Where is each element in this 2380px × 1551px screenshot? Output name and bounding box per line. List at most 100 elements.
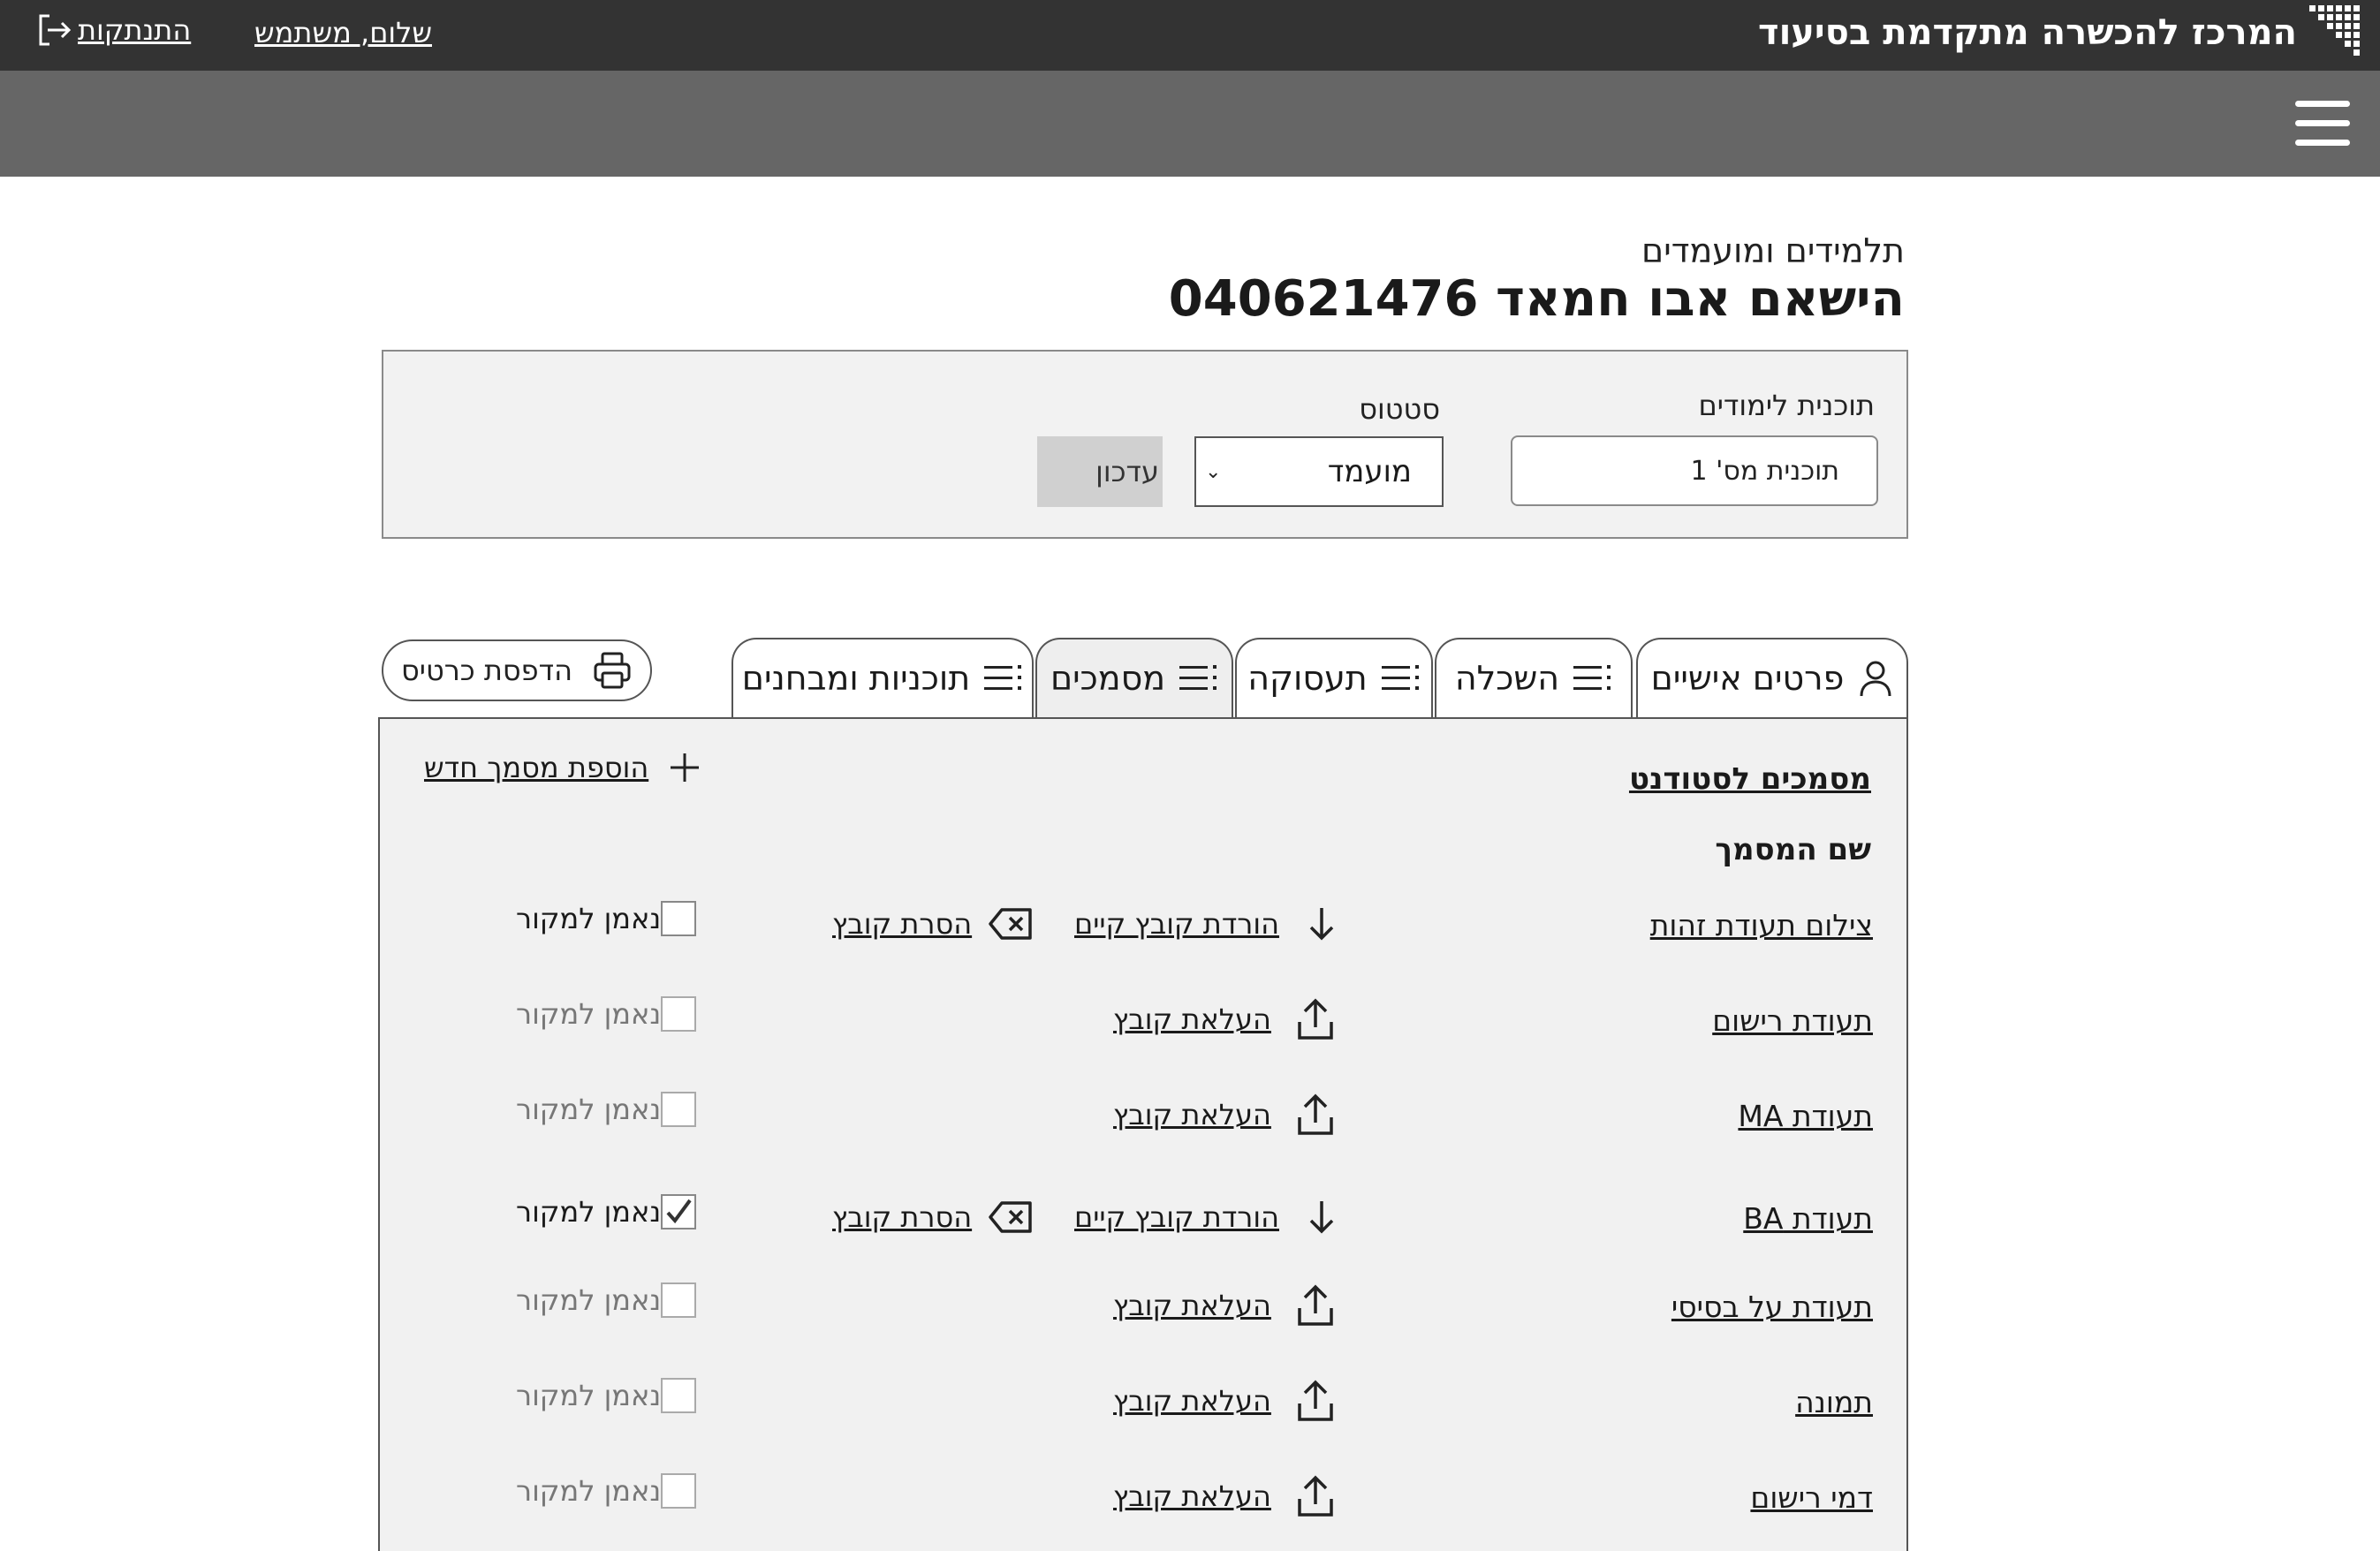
original-checkbox[interactable]: נאמן למקור xyxy=(516,1092,697,1127)
plus-icon xyxy=(671,753,700,782)
program-value: תוכנית מס' 1 xyxy=(1690,455,1839,487)
document-name-link[interactable]: צילום תעודת זהות xyxy=(1650,908,1873,942)
remove-file-label: הסרת קובץ xyxy=(832,907,973,941)
original-checkbox[interactable]: נאמן למקור xyxy=(516,901,697,936)
download-file-button[interactable]: הורדת קובץ קיים xyxy=(1074,897,1339,950)
original-label: נאמן למקור xyxy=(516,1093,662,1126)
document-row: תעודת BA הורדת קובץ קיים הסרת קובץ נאמן … xyxy=(380,1187,1906,1258)
tab-education[interactable]: השכלה xyxy=(1435,638,1633,717)
print-card-button[interactable]: הדפסת כרטיס xyxy=(382,639,652,701)
backspace-x-icon xyxy=(989,908,1032,940)
status-select[interactable]: מועמד ⌄ xyxy=(1194,436,1444,507)
upload-file-button[interactable]: העלאת קובץ xyxy=(1113,993,1335,1046)
upload-icon xyxy=(1298,1093,1333,1135)
upload-file-button[interactable]: העלאת קובץ xyxy=(1113,1374,1335,1427)
document-name-link[interactable]: תעודת על בסיסי xyxy=(1671,1290,1873,1324)
upload-file-label: העלאת קובץ xyxy=(1113,1479,1271,1513)
original-label: נאמן למקור xyxy=(516,1195,662,1229)
page-title: הישאם אבו חמאד 040621476 xyxy=(1168,270,1905,328)
user-greeting-link[interactable]: שלום, משתמש xyxy=(254,16,432,49)
download-file-button[interactable]: הורדת קובץ קיים xyxy=(1074,1191,1339,1244)
checkmark-icon xyxy=(666,1199,692,1224)
document-row: תעודת MA העלאת קובץ נאמן למקור xyxy=(380,1085,1906,1155)
document-name-link[interactable]: תעודת BA xyxy=(1743,1201,1873,1236)
original-label: נאמן למקור xyxy=(516,1379,662,1412)
download-file-label: הורדת קובץ קיים xyxy=(1074,907,1279,941)
original-label: נאמן למקור xyxy=(516,1474,662,1508)
document-name-link[interactable]: תמונה xyxy=(1795,1385,1873,1419)
list-icon xyxy=(1573,665,1611,690)
document-name-link[interactable]: דמי רישום xyxy=(1750,1480,1873,1515)
tab-label: השכלה xyxy=(1454,659,1560,698)
program-field[interactable]: תוכנית מס' 1 xyxy=(1511,435,1878,506)
upload-icon xyxy=(1298,1475,1333,1517)
logout-link[interactable]: התנתקות xyxy=(35,12,191,48)
logo-icon xyxy=(2309,5,2360,56)
add-document-label: הוספת מסמך חדש xyxy=(424,751,649,784)
download-file-label: הורדת קובץ קיים xyxy=(1074,1200,1279,1234)
list-icon xyxy=(1179,665,1217,690)
checkbox-box[interactable] xyxy=(661,1282,697,1318)
checkbox-box[interactable] xyxy=(661,996,697,1032)
document-row: דמי רישום העלאת קובץ נאמן למקור xyxy=(380,1466,1906,1537)
checkbox-box[interactable] xyxy=(661,1194,697,1229)
status-value: מועמד xyxy=(1327,454,1412,489)
upload-file-label: העלאת קובץ xyxy=(1113,1384,1271,1418)
upload-file-button[interactable]: העלאת קובץ xyxy=(1113,1088,1335,1141)
chevron-down-icon: ⌄ xyxy=(1205,460,1222,483)
original-label: נאמן למקור xyxy=(516,902,662,935)
tab-employment[interactable]: תעסוקה xyxy=(1235,638,1433,717)
tab-personal-details[interactable]: פרטים אישיים xyxy=(1636,638,1908,717)
tab-label: תעסוקה xyxy=(1247,659,1368,698)
original-checkbox[interactable]: נאמן למקור xyxy=(516,1282,697,1318)
status-label: סטטוס xyxy=(1359,392,1440,426)
section-label: תלמידים ומועמדים xyxy=(1641,231,1905,270)
document-name-header: שם המסמך xyxy=(1715,832,1871,867)
documents-heading[interactable]: מסמכים לסטודנט xyxy=(1629,761,1871,797)
top-bar: המרכז להכשרה מתקדמת בסיעוד שלום, משתמש ה… xyxy=(0,0,2380,71)
menu-icon[interactable] xyxy=(2295,101,2350,147)
backspace-x-icon xyxy=(989,1201,1032,1233)
original-label: נאמן למקור xyxy=(516,1283,662,1317)
document-name-link[interactable]: תעודת רישום xyxy=(1712,1003,1873,1038)
checkbox-box[interactable] xyxy=(661,1378,697,1413)
program-panel: תוכנית לימודים תוכנית מס' 1 סטטוס מועמד … xyxy=(382,350,1908,539)
document-row: תעודת על בסיסי העלאת קובץ נאמן למקור xyxy=(380,1275,1906,1346)
tab-label: פרטים אישיים xyxy=(1650,659,1845,698)
download-icon xyxy=(1309,908,1334,941)
upload-icon xyxy=(1298,998,1333,1040)
upload-file-label: העלאת קובץ xyxy=(1113,1289,1271,1322)
update-button[interactable]: עדכון xyxy=(1037,436,1163,507)
upload-icon xyxy=(1298,1380,1333,1421)
checkbox-box[interactable] xyxy=(661,1473,697,1509)
remove-file-button[interactable]: הסרת קובץ xyxy=(832,897,1034,950)
upload-file-label: העלאת קובץ xyxy=(1113,1002,1271,1036)
document-row: תמונה העלאת קובץ נאמן למקור xyxy=(380,1371,1906,1441)
checkbox-box[interactable] xyxy=(661,1092,697,1127)
upload-file-button[interactable]: העלאת קובץ xyxy=(1113,1470,1335,1523)
list-icon xyxy=(1381,665,1419,690)
original-label: נאמן למקור xyxy=(516,997,662,1031)
brand-title: המרכז להכשרה מתקדמת בסיעוד xyxy=(1758,12,2297,53)
original-checkbox[interactable]: נאמן למקור xyxy=(516,1473,697,1509)
document-name-link[interactable]: תעודת MA xyxy=(1738,1099,1873,1133)
sub-bar xyxy=(0,71,2380,177)
upload-file-label: העלאת קובץ xyxy=(1113,1098,1271,1131)
logout-label: התנתקות xyxy=(78,13,192,47)
document-row: תעודת רישום העלאת קובץ נאמן למקור xyxy=(380,989,1906,1060)
original-checkbox[interactable]: נאמן למקור xyxy=(516,996,697,1032)
person-icon xyxy=(1860,661,1891,697)
remove-file-button[interactable]: הסרת קובץ xyxy=(832,1191,1034,1244)
original-checkbox[interactable]: נאמן למקור xyxy=(516,1194,697,1229)
printer-icon xyxy=(594,652,631,689)
tab-programs-exams[interactable]: תוכניות ומבחנים xyxy=(731,638,1034,717)
tab-documents[interactable]: מסמכים xyxy=(1035,638,1233,717)
remove-file-label: הסרת קובץ xyxy=(832,1200,973,1234)
list-icon xyxy=(984,665,1022,690)
tab-label: מסמכים xyxy=(1050,659,1166,698)
original-checkbox[interactable]: נאמן למקור xyxy=(516,1378,697,1413)
checkbox-box[interactable] xyxy=(661,901,697,936)
program-label: תוכנית לימודים xyxy=(1698,389,1876,422)
add-document-button[interactable]: הוספת מסמך חדש xyxy=(424,751,701,784)
upload-file-button[interactable]: העלאת קובץ xyxy=(1113,1279,1335,1332)
